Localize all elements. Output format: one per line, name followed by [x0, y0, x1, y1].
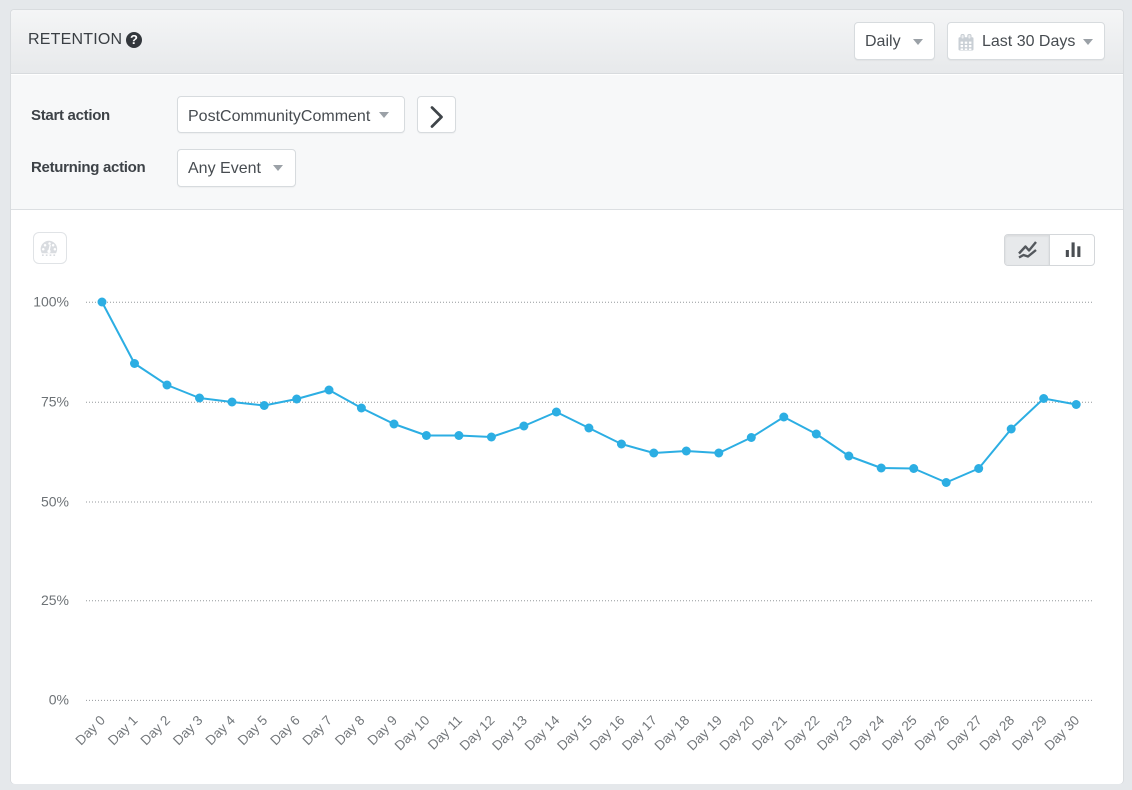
svg-text:Day 3: Day 3 — [170, 713, 206, 749]
svg-text:75%: 75% — [41, 394, 69, 410]
svg-text:Day 19: Day 19 — [684, 713, 725, 754]
svg-text:Day 29: Day 29 — [1009, 713, 1050, 754]
svg-text:Day 17: Day 17 — [619, 713, 660, 754]
svg-text:Day 16: Day 16 — [587, 713, 628, 754]
svg-text:Day 27: Day 27 — [944, 713, 985, 754]
svg-text:100%: 100% — [33, 294, 69, 310]
svg-text:Day 24: Day 24 — [846, 712, 887, 753]
svg-text:Day 2: Day 2 — [138, 713, 174, 749]
svg-text:Day 30: Day 30 — [1041, 713, 1082, 754]
svg-text:Day 15: Day 15 — [554, 713, 595, 754]
svg-text:Day 18: Day 18 — [652, 713, 693, 754]
svg-text:Day 10: Day 10 — [392, 713, 433, 754]
svg-text:Day 11: Day 11 — [425, 713, 465, 753]
svg-text:Day 26: Day 26 — [911, 713, 952, 754]
svg-text:Day 22: Day 22 — [782, 713, 823, 754]
svg-text:Day 13: Day 13 — [489, 713, 530, 754]
svg-text:25%: 25% — [41, 592, 69, 608]
svg-text:Day 5: Day 5 — [235, 713, 271, 749]
svg-text:Day 28: Day 28 — [976, 713, 1017, 754]
svg-text:Day 1: Day 1 — [105, 713, 141, 749]
svg-text:0%: 0% — [49, 692, 69, 708]
svg-text:Day 23: Day 23 — [814, 713, 855, 754]
svg-text:Day 4: Day 4 — [203, 712, 239, 748]
svg-text:Day 12: Day 12 — [457, 713, 498, 754]
svg-text:Day 0: Day 0 — [73, 713, 109, 749]
svg-text:Day 25: Day 25 — [879, 713, 920, 754]
svg-text:Day 7: Day 7 — [300, 713, 336, 749]
svg-text:Day 14: Day 14 — [522, 712, 563, 753]
svg-text:Day 20: Day 20 — [717, 713, 758, 754]
svg-text:50%: 50% — [41, 494, 69, 510]
svg-text:Day 6: Day 6 — [267, 713, 303, 749]
svg-text:Day 21: Day 21 — [749, 713, 790, 754]
svg-text:Day 8: Day 8 — [332, 713, 368, 749]
